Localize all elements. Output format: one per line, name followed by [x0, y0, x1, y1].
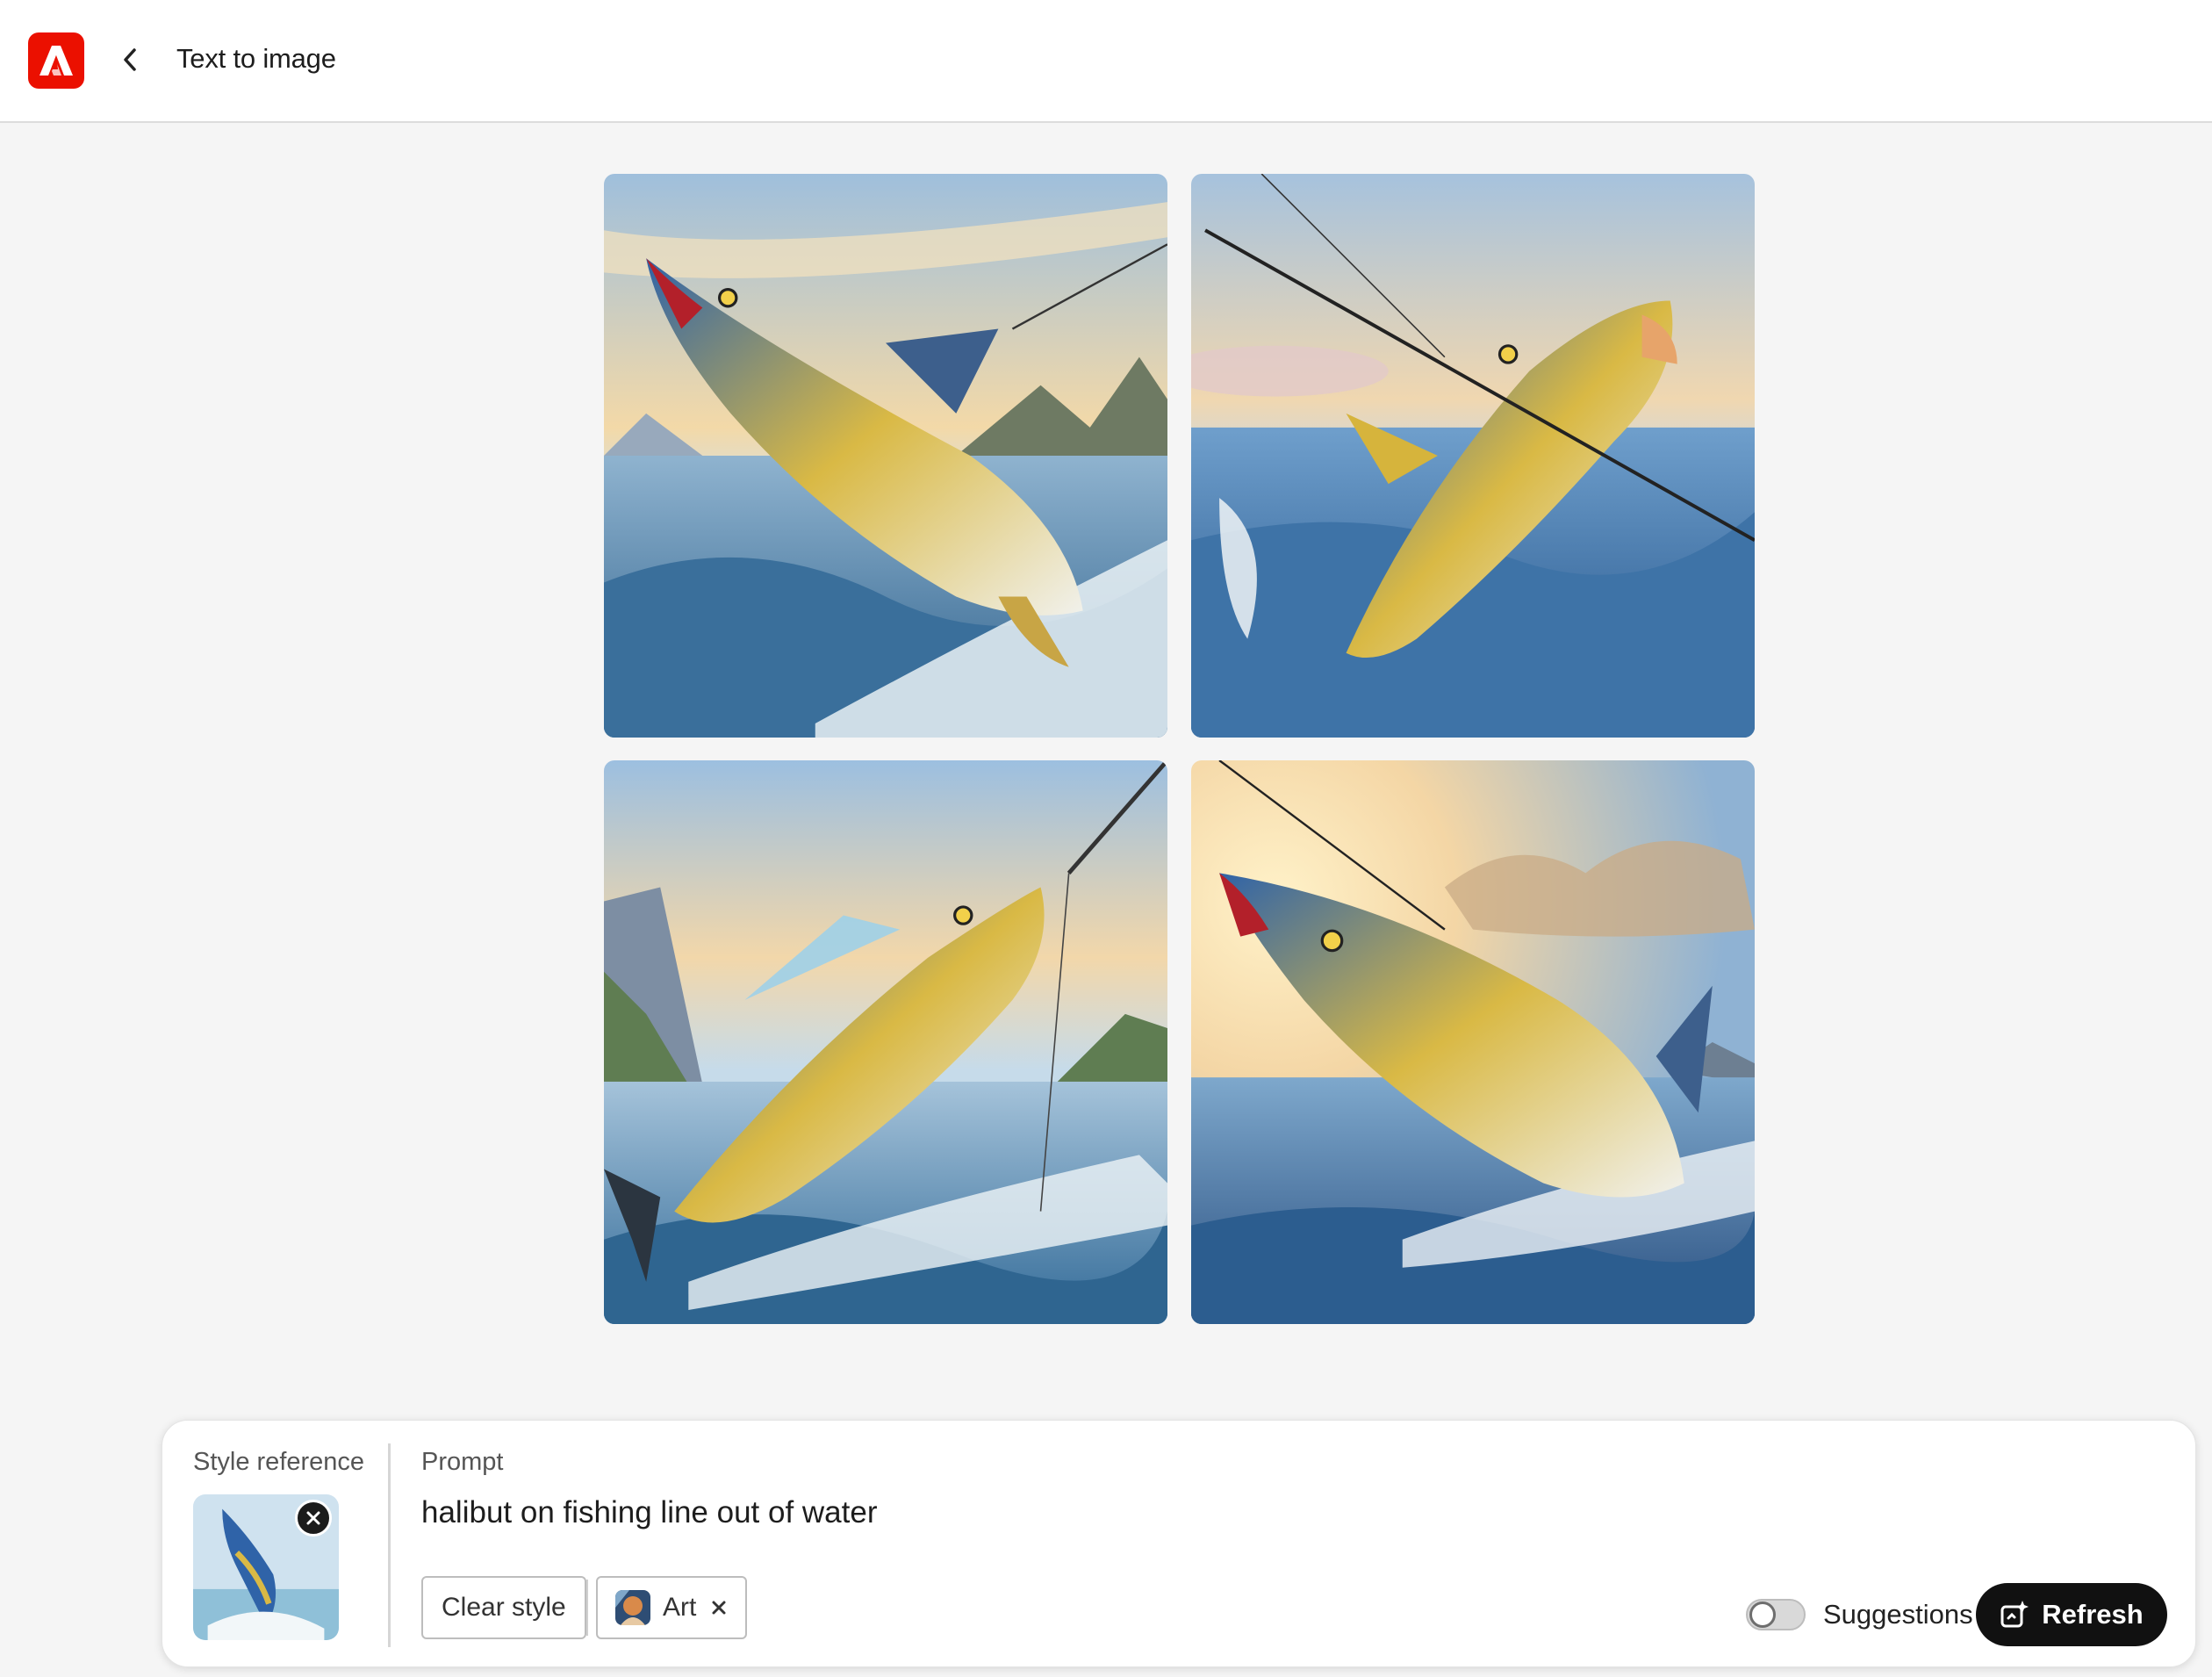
generate-sparkle-icon: [2000, 1601, 2029, 1628]
result-image-3[interactable]: [604, 760, 1167, 1324]
top-bar: Text to image: [0, 0, 2212, 123]
tag-divider: [586, 1580, 588, 1636]
panel-divider: [388, 1443, 391, 1647]
chevron-left-icon: [124, 48, 136, 71]
prompt-label: Prompt: [421, 1448, 504, 1476]
toggle-knob: [1749, 1601, 1776, 1628]
result-image-1[interactable]: [604, 174, 1167, 738]
clear-style-button[interactable]: Clear style: [421, 1576, 586, 1639]
back-button[interactable]: [112, 39, 147, 81]
close-icon: [306, 1511, 320, 1525]
style-tag-label: Art: [663, 1593, 697, 1622]
style-tag-art[interactable]: Art: [596, 1576, 748, 1639]
suggestions-toggle[interactable]: [1746, 1599, 1806, 1630]
style-reference-label: Style reference: [193, 1448, 365, 1476]
refresh-button[interactable]: Refresh: [1976, 1583, 2167, 1646]
remove-style-tag-icon[interactable]: [708, 1597, 729, 1618]
close-icon: [712, 1601, 726, 1615]
result-image-4[interactable]: [1191, 760, 1755, 1324]
prompt-input[interactable]: halibut on fishing line out of water: [421, 1495, 878, 1530]
remove-style-reference-button[interactable]: [295, 1500, 332, 1537]
prompt-panel: Style reference Prompt halibut on fishin…: [162, 1420, 2196, 1667]
art-style-icon: [615, 1590, 650, 1625]
suggestions-label: Suggestions: [1823, 1599, 1973, 1630]
adobe-logo-icon[interactable]: [28, 32, 84, 89]
result-image-2[interactable]: [1191, 174, 1755, 738]
refresh-label: Refresh: [2042, 1599, 2144, 1630]
page-title: Text to image: [176, 43, 336, 74]
